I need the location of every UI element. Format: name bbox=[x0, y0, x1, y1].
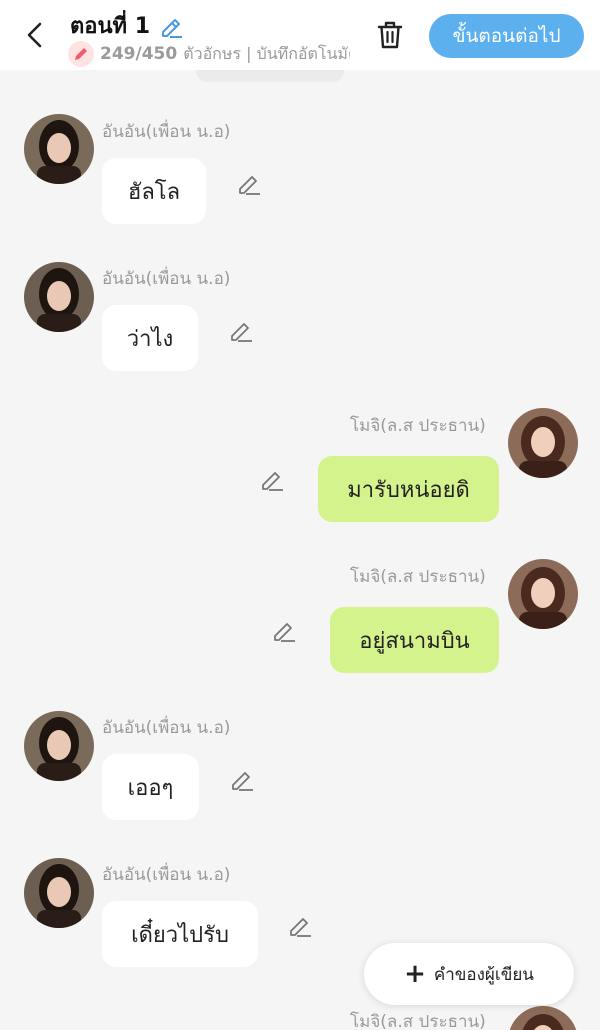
back-icon[interactable] bbox=[18, 18, 52, 52]
next-step-button[interactable]: ขั้นตอนต่อไป bbox=[429, 14, 584, 58]
avatar[interactable] bbox=[508, 408, 578, 478]
edit-message-icon[interactable] bbox=[236, 170, 262, 196]
avatar[interactable] bbox=[508, 1006, 578, 1030]
episode-title[interactable]: ตอนที่ 1 bbox=[70, 8, 150, 43]
plus-icon: + bbox=[404, 959, 426, 989]
message-bubble[interactable]: มารับหน่อยดิ bbox=[318, 456, 499, 522]
sender-name: อันอัน(เพื่อน น.อ) bbox=[102, 269, 231, 289]
message-bubble[interactable]: ฮัลโล bbox=[102, 158, 206, 224]
message-bubble[interactable]: อยู่สนามบิน bbox=[330, 607, 499, 673]
edit-message-icon[interactable] bbox=[259, 466, 285, 492]
message-bubble[interactable]: เออๆ bbox=[102, 754, 199, 820]
add-author-note-button[interactable]: + คำของผู้เขียน bbox=[364, 943, 574, 1005]
status-row: 249/450 ตัวอักษร | บันทึกอัตโนมัติ bbox=[68, 41, 350, 67]
title-row: ตอนที่ 1 bbox=[70, 8, 184, 43]
top-bar: ตอนที่ 1 249/450 ตัวอักษร | บันทึกอัตโนม… bbox=[0, 0, 600, 70]
character-count: 249/450 bbox=[100, 44, 178, 64]
sender-name: อันอัน(เพื่อน น.อ) bbox=[102, 865, 231, 885]
avatar[interactable] bbox=[508, 559, 578, 629]
author-note-label: คำของผู้เขียน bbox=[433, 964, 534, 985]
sender-name: โมจิ(ล.ส ประธาน) bbox=[350, 416, 486, 436]
edit-message-icon[interactable] bbox=[287, 912, 313, 938]
sender-name: โมจิ(ล.ส ประธาน) bbox=[350, 567, 486, 587]
trash-icon[interactable] bbox=[372, 17, 408, 53]
autosave-status: ตัวอักษร | บันทึกอัตโนมัติ bbox=[183, 43, 350, 63]
edit-message-icon[interactable] bbox=[229, 766, 255, 792]
sender-name: โมจิ(ล.ส ประธาน) bbox=[350, 1012, 486, 1030]
message-bubble[interactable]: ว่าไง bbox=[102, 305, 198, 371]
avatar[interactable] bbox=[24, 858, 94, 928]
edit-title-icon[interactable] bbox=[158, 13, 184, 39]
pencil-icon bbox=[68, 41, 94, 67]
message-bubble[interactable]: เดี๋ยวไปรับ bbox=[102, 901, 258, 967]
edit-message-icon[interactable] bbox=[271, 617, 297, 643]
sender-name: อันอัน(เพื่อน น.อ) bbox=[102, 122, 231, 142]
avatar[interactable] bbox=[24, 262, 94, 332]
edit-message-icon[interactable] bbox=[228, 317, 254, 343]
sender-name: อันอัน(เพื่อน น.อ) bbox=[102, 718, 231, 738]
avatar[interactable] bbox=[24, 114, 94, 184]
avatar[interactable] bbox=[24, 711, 94, 781]
